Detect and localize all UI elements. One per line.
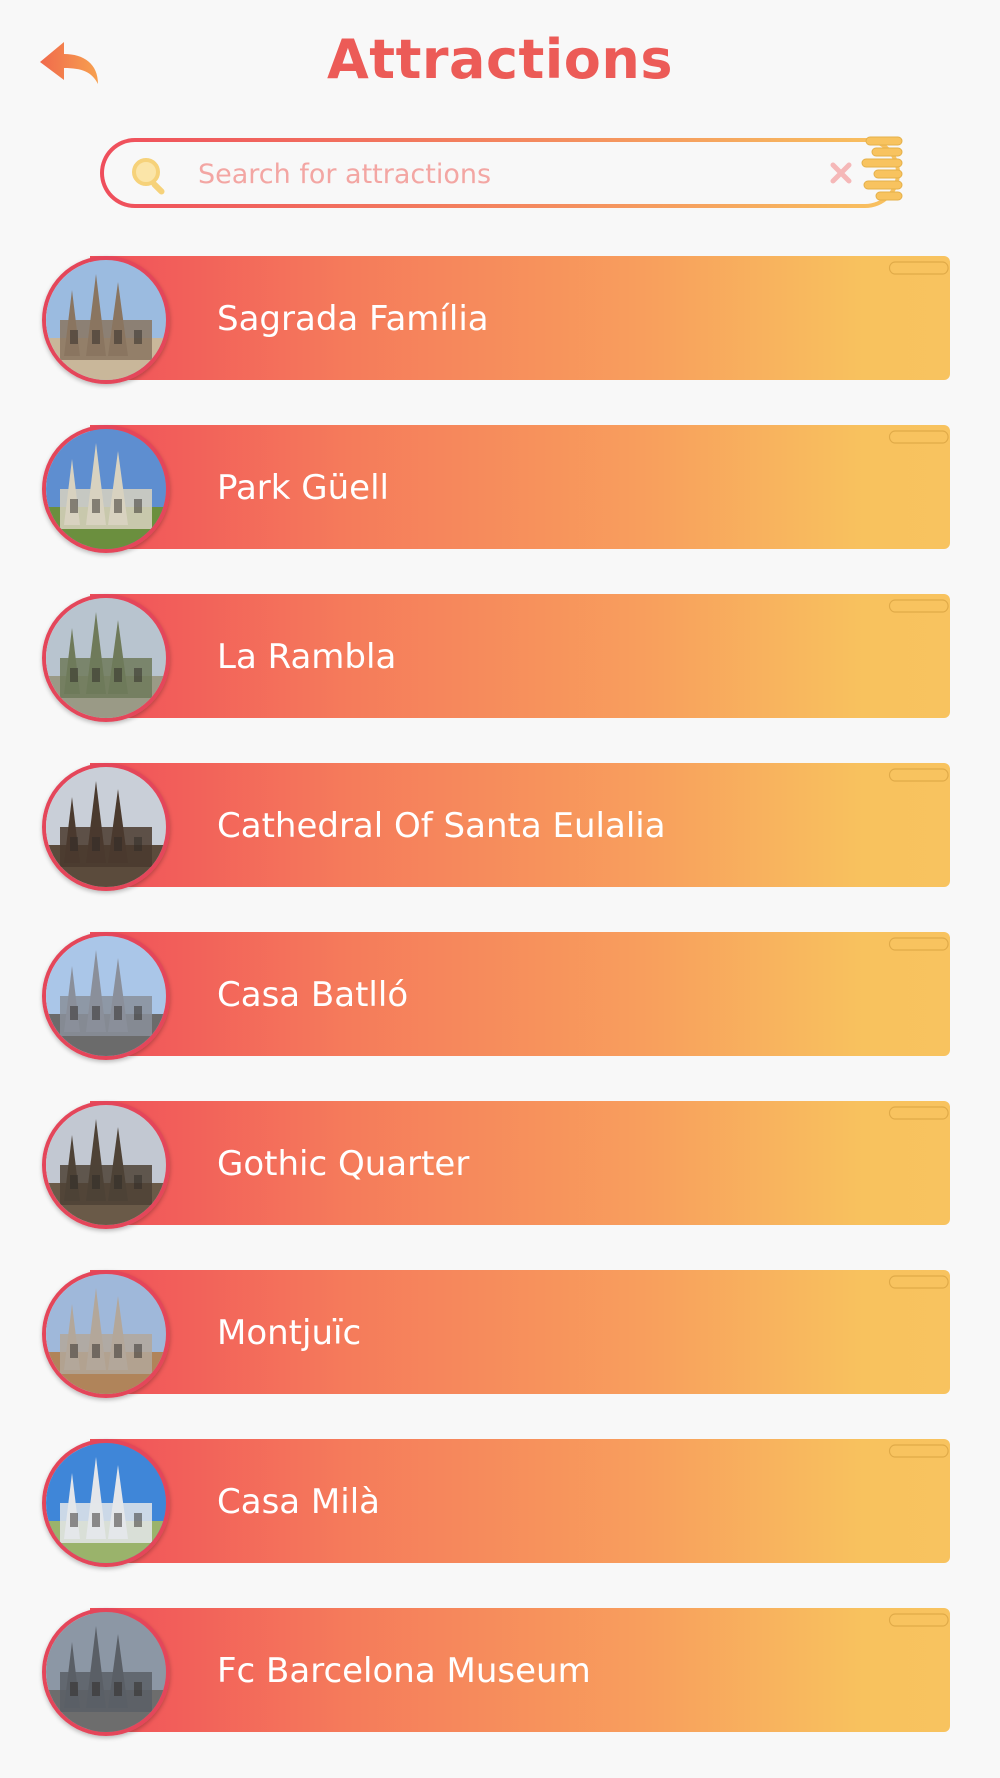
fc-barcelona-museum-photo: [46, 1612, 166, 1732]
drip-decoration-icon: [888, 261, 949, 275]
attraction-item[interactable]: La Rambla: [40, 592, 950, 722]
drip-decoration-icon: [888, 1613, 949, 1627]
attraction-thumbnail: [42, 425, 170, 553]
attraction-label: Casa Batlló: [217, 975, 409, 1015]
attraction-label: Casa Milà: [217, 1482, 380, 1522]
attraction-item[interactable]: Fc Barcelona Museum: [40, 1606, 950, 1736]
drip-decoration-icon: [888, 768, 949, 782]
park-guell-photo: [46, 429, 166, 549]
attraction-thumbnail: [42, 256, 170, 384]
drip-decoration-icon: [888, 430, 949, 444]
attraction-label: Sagrada Família: [217, 299, 489, 339]
drip-decoration-icon: [888, 937, 949, 951]
la-rambla-photo: [46, 598, 166, 718]
cathedral-photo: [46, 767, 166, 887]
drip-decoration-icon: [861, 136, 903, 201]
attraction-label: Montjuïc: [217, 1313, 362, 1353]
casa-mila-photo: [46, 1443, 166, 1563]
attraction-thumbnail: [42, 932, 170, 1060]
drip-decoration-icon: [888, 599, 949, 613]
attraction-item[interactable]: Montjuïc: [40, 1268, 950, 1398]
attraction-item[interactable]: Casa Batlló: [40, 930, 950, 1060]
attraction-thumbnail: [42, 1608, 170, 1736]
drip-decoration-icon: [888, 1275, 949, 1289]
montjuic-photo: [46, 1274, 166, 1394]
attraction-item[interactable]: Casa Milà: [40, 1437, 950, 1567]
casa-batllo-photo: [46, 936, 166, 1056]
attraction-label: Cathedral Of Santa Eulalia: [217, 806, 666, 846]
attraction-thumbnail: [42, 594, 170, 722]
attraction-thumbnail: [42, 1101, 170, 1229]
search-field-container: [104, 142, 896, 206]
attraction-thumbnail: [42, 1270, 170, 1398]
attraction-label: Gothic Quarter: [217, 1144, 470, 1184]
attraction-label: Fc Barcelona Museum: [217, 1651, 591, 1691]
attraction-item[interactable]: Gothic Quarter: [40, 1099, 950, 1229]
attraction-label: La Rambla: [217, 637, 397, 677]
page-title: Attractions: [326, 28, 673, 91]
attraction-item[interactable]: Sagrada Família: [40, 254, 950, 384]
drip-decoration-icon: [888, 1106, 949, 1120]
sagrada-familia-photo: [46, 260, 166, 380]
search-bar: [100, 136, 903, 208]
app-header: Attractions: [0, 0, 1000, 125]
attraction-item[interactable]: Cathedral Of Santa Eulalia: [40, 761, 950, 891]
search-icon: [132, 158, 165, 195]
attraction-item[interactable]: Park Güell: [40, 423, 950, 553]
attraction-label: Park Güell: [217, 468, 389, 508]
drip-decoration-icon: [888, 1444, 949, 1458]
search-input[interactable]: [196, 142, 760, 206]
gothic-quarter-photo: [46, 1105, 166, 1225]
clear-icon[interactable]: [826, 158, 856, 188]
attraction-thumbnail: [42, 763, 170, 891]
attraction-thumbnail: [42, 1439, 170, 1567]
